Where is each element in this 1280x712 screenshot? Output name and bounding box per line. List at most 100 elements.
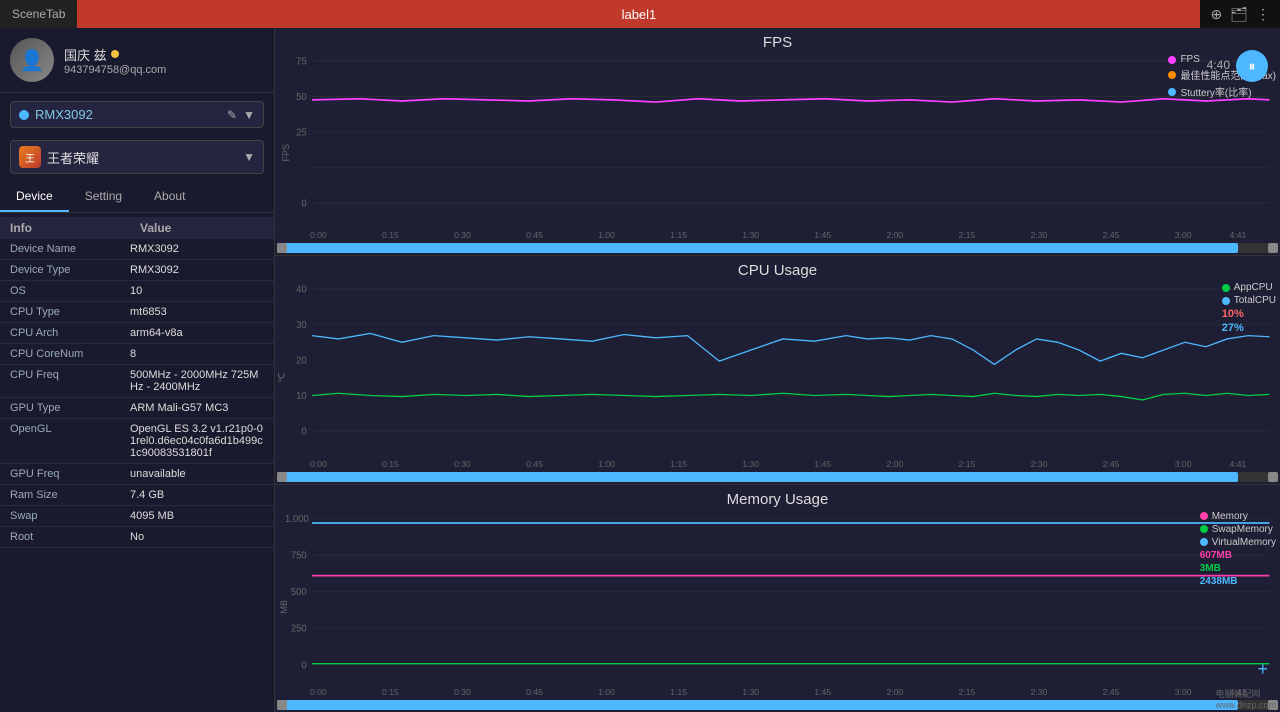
device-selector[interactable]: RMX3092 ✎ ▼ — [10, 101, 264, 128]
memory-legend-memory: Memory — [1200, 511, 1276, 522]
watermark: 电脑装配网www.dnzp.com — [1215, 687, 1276, 710]
fps-scrollbar[interactable] — [277, 243, 1278, 253]
svg-text:75: 75 — [296, 56, 307, 67]
online-indicator — [111, 50, 119, 58]
virtual-value: 2438MB — [1200, 576, 1276, 587]
memory-chart-section: Memory Usage 1,000 750 500 250 0 — [275, 485, 1280, 712]
game-chevron-icon[interactable]: ▼ — [243, 150, 255, 164]
memory-chart-svg: 1,000 750 500 250 0 — [275, 507, 1280, 684]
info-col2-header: Value — [140, 221, 171, 235]
memory-time-axis: 0:00 0:15 0:30 0:45 1:00 1:15 1:30 1:45 … — [310, 684, 1278, 698]
svg-text:10: 10 — [296, 391, 307, 402]
cpu-scrollbar-thumb — [277, 472, 1238, 482]
cpu-scroll-left-handle[interactable] — [277, 472, 287, 482]
info-row-value: unavailable — [130, 468, 264, 480]
svg-text:2:30: 2:30 — [1031, 231, 1048, 241]
chevron-down-icon[interactable]: ▼ — [243, 108, 255, 122]
svg-text:1:00: 1:00 — [598, 459, 615, 469]
svg-text:2:15: 2:15 — [959, 459, 976, 469]
info-row-value: RMX3092 — [130, 264, 264, 276]
fps-scroll-right-handle[interactable] — [1268, 243, 1278, 253]
memory-scrollbar[interactable] — [277, 700, 1278, 710]
svg-text:4:41: 4:41 — [1230, 231, 1247, 241]
fps-stutter-dot — [1168, 88, 1176, 96]
info-row-value: arm64-v8a — [130, 327, 264, 339]
cpu-chart-area: 40 30 20 10 0 AppCPU — [275, 278, 1280, 455]
svg-text:0:45: 0:45 — [526, 459, 543, 469]
info-row: CPU Freq500MHz - 2000MHz 725MHz - 2400MH… — [0, 365, 274, 398]
svg-text:1,000: 1,000 — [285, 513, 309, 524]
game-icon: 王 — [19, 146, 41, 168]
fps-chart-svg: 75 50 25 0 60 0 — [275, 50, 1280, 227]
user-info: 国庆 兹 943794758@qq.com — [64, 45, 166, 76]
info-row: GPU Frequnavailable — [0, 464, 274, 485]
totalcpu-dot — [1222, 297, 1230, 305]
time-value: 4:40 — [1207, 58, 1230, 72]
more-icon[interactable]: ⋮ — [1256, 6, 1270, 23]
cpu-chart-title: CPU Usage — [275, 256, 1280, 281]
folder-icon[interactable]: 🗂 — [1230, 6, 1248, 23]
memory-scroll-left-handle[interactable] — [277, 700, 287, 710]
svg-text:2:00: 2:00 — [886, 231, 903, 241]
svg-text:2:00: 2:00 — [886, 459, 903, 469]
pause-button[interactable]: ⏸ — [1236, 50, 1268, 82]
svg-text:40: 40 — [296, 285, 307, 296]
svg-text:1:45: 1:45 — [814, 459, 831, 469]
label-bar: label1 — [77, 0, 1200, 28]
zoom-plus-icon[interactable]: + — [1257, 659, 1268, 680]
user-name: 国庆 兹 — [64, 45, 166, 64]
cpu-chart-svg: 40 30 20 10 0 — [275, 278, 1280, 455]
cpu-scroll-right-handle[interactable] — [1268, 472, 1278, 482]
tab-device[interactable]: Device — [0, 182, 69, 212]
info-row: CPU CoreNum8 — [0, 344, 274, 365]
memory-y-axis-label: MB — [279, 600, 289, 614]
memory-chart-area: 1,000 750 500 250 0 Memory — [275, 507, 1280, 684]
cpu-time-axis-svg: 0:00 0:15 0:30 0:45 1:00 1:15 1:30 1:45 … — [310, 456, 1278, 470]
memory-value: 607MB — [1200, 550, 1276, 561]
cpu-value-appcpu: 10% — [1222, 308, 1276, 320]
fps-max-dot — [1168, 71, 1176, 79]
svg-text:0:15: 0:15 — [382, 231, 399, 241]
fps-scrollbar-thumb — [277, 243, 1238, 253]
info-row-label: CPU Arch — [10, 327, 130, 339]
tab-about[interactable]: About — [138, 182, 201, 212]
info-rows-container: Device NameRMX3092Device TypeRMX3092OS10… — [0, 239, 274, 548]
svg-text:3:00: 3:00 — [1175, 231, 1192, 241]
info-row: OpenGLOpenGL ES 3.2 v1.r21p0-01rel0.d6ec… — [0, 419, 274, 464]
svg-text:2:15: 2:15 — [959, 231, 976, 241]
svg-text:2:00: 2:00 — [886, 687, 903, 697]
info-table: Info Value Device NameRMX3092Device Type… — [0, 213, 274, 712]
info-row: CPU Archarm64-v8a — [0, 323, 274, 344]
device-selector-icons: ✎ ▼ — [227, 108, 255, 122]
fps-scroll-left-handle[interactable] — [277, 243, 287, 253]
time-display: 4:40 — [1207, 58, 1230, 72]
svg-text:3:00: 3:00 — [1175, 687, 1192, 697]
game-name: 王 王者荣耀 — [19, 146, 99, 168]
tab-setting[interactable]: Setting — [69, 182, 138, 212]
info-row: Ram Size7.4 GB — [0, 485, 274, 506]
location-icon[interactable]: ⊕ — [1210, 6, 1222, 23]
svg-text:50: 50 — [296, 92, 307, 103]
svg-text:0: 0 — [301, 198, 307, 209]
svg-text:1:30: 1:30 — [742, 231, 759, 241]
right-panel: ⏸ 4:40 FPS 75 50 25 0 — [275, 28, 1280, 712]
info-row-label: Device Name — [10, 243, 130, 255]
svg-text:2:45: 2:45 — [1103, 231, 1120, 241]
svg-text:0:15: 0:15 — [382, 459, 399, 469]
scene-tab[interactable]: SceneTab — [0, 0, 77, 28]
info-row: RootNo — [0, 527, 274, 548]
fps-legend-stutter: Stuttery率(比率) — [1168, 84, 1276, 99]
info-row-label: OpenGL — [10, 423, 130, 435]
edit-icon[interactable]: ✎ — [227, 108, 237, 122]
info-row-label: OS — [10, 285, 130, 297]
svg-text:2:15: 2:15 — [959, 687, 976, 697]
info-row-label: Root — [10, 531, 130, 543]
info-row-label: Swap — [10, 510, 130, 522]
game-selector[interactable]: 王 王者荣耀 ▼ — [10, 140, 264, 174]
cpu-scrollbar[interactable] — [277, 472, 1278, 482]
svg-text:20: 20 — [296, 355, 307, 366]
fps-y-axis-label: FPS — [281, 144, 291, 162]
svg-text:0:30: 0:30 — [454, 459, 471, 469]
svg-text:250: 250 — [291, 623, 307, 634]
virtual-dot — [1200, 538, 1208, 546]
